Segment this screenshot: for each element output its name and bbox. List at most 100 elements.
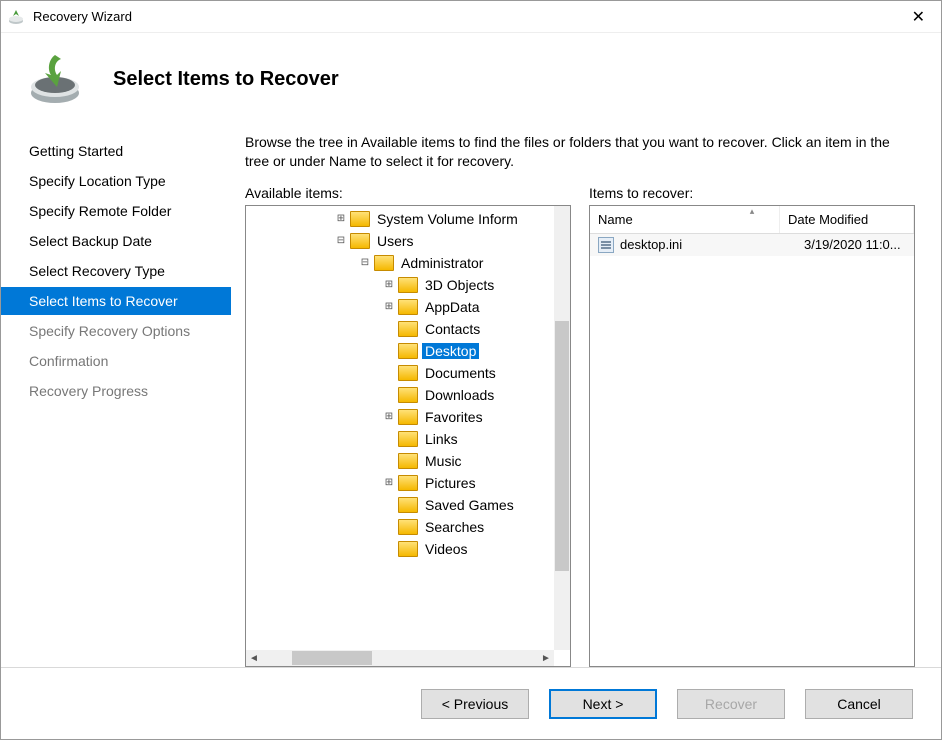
tree-item[interactable]: Downloads — [246, 384, 554, 406]
main-panel: Browse the tree in Available items to fi… — [231, 123, 923, 667]
tree-item-label: Users — [374, 233, 417, 249]
tree-item[interactable]: ⊟ Users — [246, 230, 554, 252]
tree-item-label: Downloads — [422, 387, 497, 403]
nav-step-progress[interactable]: Recovery Progress — [1, 377, 231, 405]
previous-button[interactable]: < Previous — [421, 689, 529, 719]
tree-item[interactable]: ⊟ Administrator — [246, 252, 554, 274]
titlebar: Recovery Wizard ✕ — [1, 1, 941, 33]
folder-icon — [398, 431, 418, 447]
tree-item[interactable]: ⊞ System Volume Inform — [246, 208, 554, 230]
tree-item[interactable]: Videos — [246, 538, 554, 560]
tree: ⊞System Volume Inform⊟Users⊟Administrato… — [246, 206, 554, 562]
tree-item[interactable]: Saved Games — [246, 494, 554, 516]
scroll-left-icon[interactable]: ◄ — [246, 650, 262, 666]
step-nav: Getting Started Specify Location Type Sp… — [1, 123, 231, 667]
folder-icon — [398, 277, 418, 293]
horizontal-scrollbar[interactable]: ◄ ► — [246, 650, 554, 666]
tree-item[interactable]: Searches — [246, 516, 554, 538]
panes: Available items: ⊞System Volume Inform⊟U… — [245, 185, 915, 667]
nav-step-getting-started[interactable]: Getting Started — [1, 137, 231, 165]
expand-icon[interactable]: ⊟ — [334, 234, 348, 248]
folder-icon — [398, 409, 418, 425]
column-date[interactable]: Date Modified — [780, 206, 914, 233]
tree-item[interactable]: Desktop — [246, 340, 554, 362]
wizard-window: Recovery Wizard ✕ Select Items to Recove… — [0, 0, 942, 740]
folder-icon — [350, 211, 370, 227]
nav-step-recovery-options[interactable]: Specify Recovery Options — [1, 317, 231, 345]
list-label: Items to recover: — [589, 185, 915, 201]
folder-icon — [398, 387, 418, 403]
file-date: 3/19/2020 11:0... — [804, 237, 906, 252]
tree-item[interactable]: Contacts — [246, 318, 554, 340]
tree-item-label: Documents — [422, 365, 499, 381]
next-button[interactable]: Next > — [549, 689, 657, 719]
window-title: Recovery Wizard — [33, 9, 902, 24]
tree-scroll[interactable]: ⊞System Volume Inform⊟Users⊟Administrato… — [246, 206, 554, 650]
folder-icon — [374, 255, 394, 271]
scroll-right-icon[interactable]: ► — [538, 650, 554, 666]
wizard-header: Select Items to Recover — [1, 33, 941, 123]
folder-icon — [398, 519, 418, 535]
expand-icon[interactable]: ⊞ — [382, 476, 396, 490]
nav-step-recovery-type[interactable]: Select Recovery Type — [1, 257, 231, 285]
tree-item-label: Saved Games — [422, 497, 517, 513]
folder-icon — [398, 365, 418, 381]
footer: < Previous Next > Recover Cancel — [1, 667, 941, 739]
tree-item[interactable]: Music — [246, 450, 554, 472]
app-icon — [7, 8, 25, 26]
tree-item-label: AppData — [422, 299, 482, 315]
horizontal-scroll-thumb[interactable] — [292, 651, 372, 665]
tree-item-label: Videos — [422, 541, 471, 557]
nav-step-select-items[interactable]: Select Items to Recover — [1, 287, 231, 315]
folder-icon — [398, 453, 418, 469]
tree-item[interactable]: ⊞3D Objects — [246, 274, 554, 296]
tree-item-label: Searches — [422, 519, 487, 535]
tree-item-label: Links — [422, 431, 461, 447]
tree-box: ⊞System Volume Inform⊟Users⊟Administrato… — [245, 205, 571, 667]
list-box: ▴ Name Date Modified desktop.ini 3/19/20… — [589, 205, 915, 667]
expand-icon[interactable]: ⊞ — [334, 212, 348, 226]
folder-icon — [398, 321, 418, 337]
tree-item-label: Administrator — [398, 255, 486, 271]
close-button[interactable]: ✕ — [902, 7, 935, 27]
folder-icon — [398, 475, 418, 491]
nav-step-remote-folder[interactable]: Specify Remote Folder — [1, 197, 231, 225]
vertical-scroll-thumb[interactable] — [555, 321, 569, 571]
expand-icon[interactable]: ⊞ — [382, 300, 396, 314]
tree-item-label: Contacts — [422, 321, 483, 337]
tree-item-label: Pictures — [422, 475, 479, 491]
wizard-body: Getting Started Specify Location Type Sp… — [1, 123, 941, 667]
expand-icon[interactable]: ⊟ — [358, 256, 372, 270]
expand-icon[interactable]: ⊞ — [382, 278, 396, 292]
folder-icon — [398, 541, 418, 557]
list-header: ▴ Name Date Modified — [590, 206, 914, 234]
nav-step-backup-date[interactable]: Select Backup Date — [1, 227, 231, 255]
tree-item[interactable]: ⊞ Pictures — [246, 472, 554, 494]
nav-step-location-type[interactable]: Specify Location Type — [1, 167, 231, 195]
recover-button: Recover — [677, 689, 785, 719]
tree-label: Available items: — [245, 185, 571, 201]
page-title: Select Items to Recover — [113, 68, 339, 91]
tree-item-label: Music — [422, 453, 465, 469]
folder-icon — [398, 299, 418, 315]
list-column: Items to recover: ▴ Name Date Modified d… — [589, 185, 915, 667]
tree-item[interactable]: ⊞ Favorites — [246, 406, 554, 428]
file-name: desktop.ini — [620, 237, 804, 252]
file-row[interactable]: desktop.ini 3/19/2020 11:0... — [590, 234, 914, 256]
file-icon — [598, 237, 614, 253]
tree-item-label: System Volume Inform — [374, 211, 521, 227]
folder-icon — [398, 343, 418, 359]
expand-icon[interactable]: ⊞ — [382, 410, 396, 424]
tree-item[interactable]: Documents — [246, 362, 554, 384]
sort-indicator-icon: ▴ — [750, 206, 755, 217]
folder-icon — [350, 233, 370, 249]
tree-item[interactable]: ⊞ AppData — [246, 296, 554, 318]
tree-item-label: Favorites — [422, 409, 486, 425]
tree-column: Available items: ⊞System Volume Inform⊟U… — [245, 185, 571, 667]
tree-item[interactable]: Links — [246, 428, 554, 450]
nav-step-confirmation[interactable]: Confirmation — [1, 347, 231, 375]
tree-item-label: Desktop — [422, 343, 479, 359]
folder-icon — [398, 497, 418, 513]
vertical-scrollbar[interactable] — [554, 206, 570, 650]
cancel-button[interactable]: Cancel — [805, 689, 913, 719]
